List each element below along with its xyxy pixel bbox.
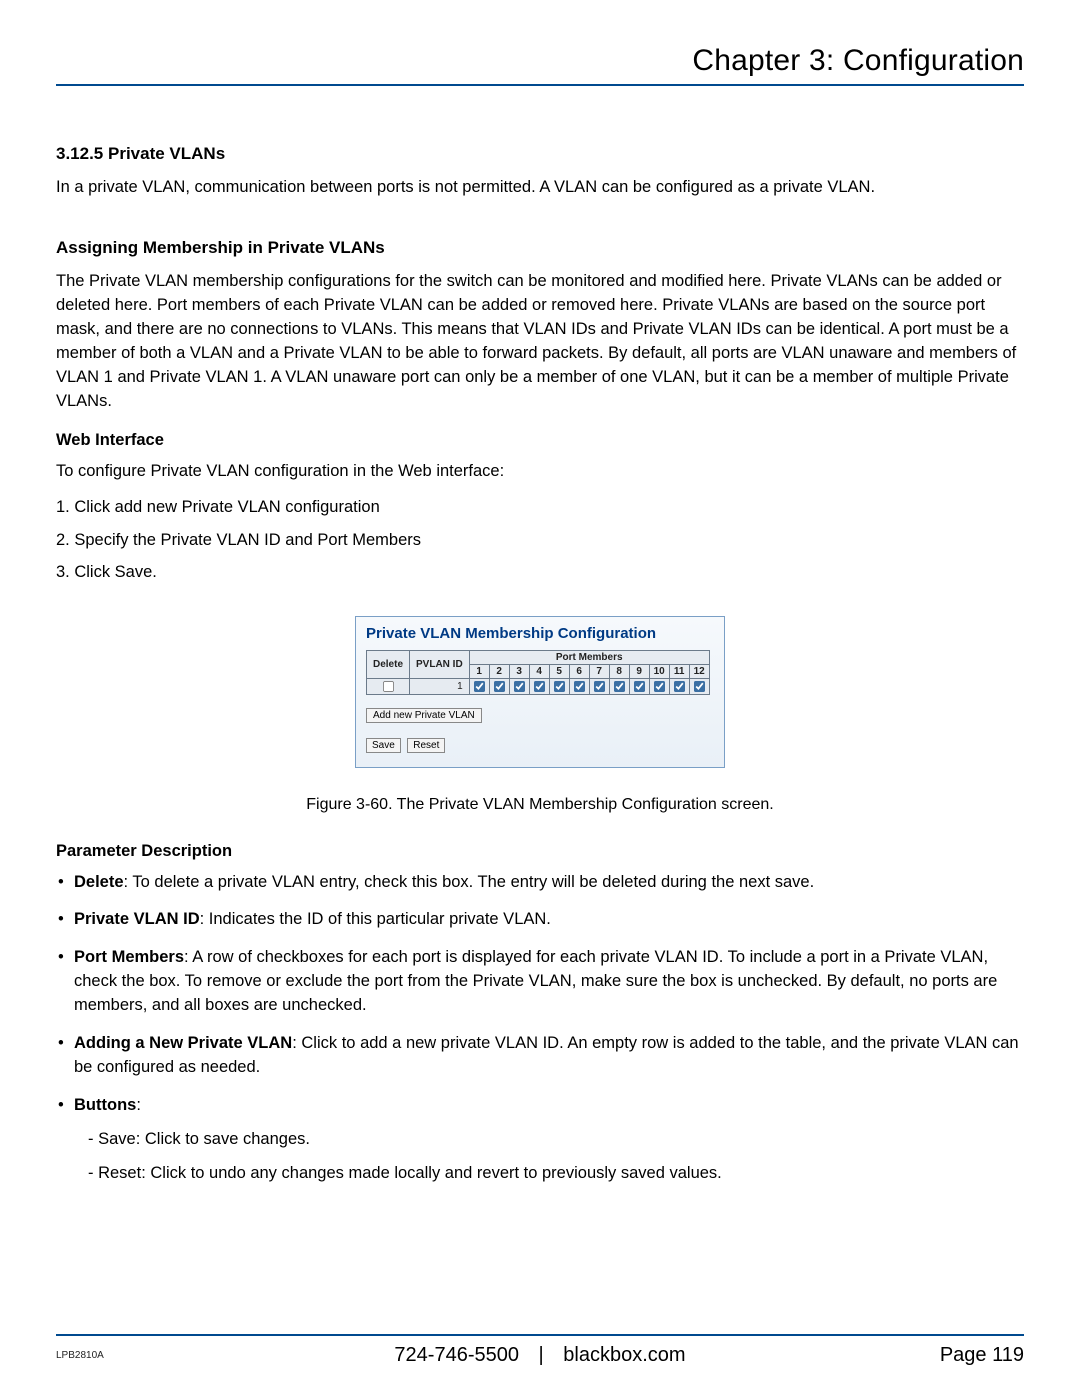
port-head-11: 11 bbox=[669, 664, 689, 678]
section-intro: In a private VLAN, communication between… bbox=[56, 176, 1024, 200]
footer-page-number: Page 119 bbox=[940, 1344, 1024, 1367]
step-3: 3. Click Save. bbox=[56, 559, 1024, 585]
web-interface-lead: To configure Private VLAN configuration … bbox=[56, 460, 1024, 484]
param-buttons-reset: Reset: Click to undo any changes made lo… bbox=[88, 1160, 1024, 1186]
col-port-members: Port Members bbox=[469, 650, 709, 664]
port-head-1: 1 bbox=[469, 664, 489, 678]
port-2-checkbox[interactable] bbox=[494, 681, 505, 692]
port-head-2: 2 bbox=[489, 664, 509, 678]
pvlan-config-title: Private VLAN Membership Configuration bbox=[366, 625, 714, 642]
section-heading: 3.12.5 Private VLANs bbox=[56, 144, 1024, 164]
param-desc: : To delete a private VLAN entry, check … bbox=[124, 873, 815, 891]
save-button[interactable]: Save bbox=[366, 738, 401, 753]
port-7-checkbox[interactable] bbox=[594, 681, 605, 692]
port-head-12: 12 bbox=[689, 664, 709, 678]
param-pvlan-id: Private VLAN ID: Indicates the ID of thi… bbox=[56, 908, 1024, 932]
param-term: Adding a New Private VLAN bbox=[74, 1034, 292, 1052]
pvlan-table: Delete PVLAN ID Port Members 1 2 3 4 5 6… bbox=[366, 650, 710, 695]
param-term: Buttons bbox=[74, 1096, 136, 1114]
port-head-6: 6 bbox=[569, 664, 589, 678]
port-head-5: 5 bbox=[549, 664, 569, 678]
step-1: 1. Click add new Private VLAN configurat… bbox=[56, 494, 1024, 520]
figure-caption: Figure 3-60. The Private VLAN Membership… bbox=[56, 796, 1024, 814]
step-2: 2. Specify the Private VLAN ID and Port … bbox=[56, 527, 1024, 553]
page-footer: LPB2810A 724-746-5500 | blackbox.com Pag… bbox=[56, 1334, 1024, 1367]
param-list: Delete: To delete a private VLAN entry, … bbox=[56, 871, 1024, 1187]
footer-separator: | bbox=[539, 1344, 544, 1366]
param-buttons-sublist: Save: Click to save changes. Reset: Clic… bbox=[88, 1126, 1024, 1187]
param-delete: Delete: To delete a private VLAN entry, … bbox=[56, 871, 1024, 895]
footer-phone: 724-746-5500 bbox=[394, 1344, 519, 1366]
port-12-checkbox[interactable] bbox=[694, 681, 705, 692]
port-10-checkbox[interactable] bbox=[654, 681, 665, 692]
port-head-3: 3 bbox=[509, 664, 529, 678]
pvlan-config-screenshot: Private VLAN Membership Configuration De… bbox=[355, 616, 725, 768]
footer-model: LPB2810A bbox=[56, 1350, 104, 1361]
port-11-checkbox[interactable] bbox=[674, 681, 685, 692]
assign-body: The Private VLAN membership configuratio… bbox=[56, 270, 1024, 414]
param-term: Delete bbox=[74, 873, 124, 891]
port-8-checkbox[interactable] bbox=[614, 681, 625, 692]
param-adding-new: Adding a New Private VLAN: Click to add … bbox=[56, 1032, 1024, 1080]
port-1-checkbox[interactable] bbox=[474, 681, 485, 692]
web-interface-steps: 1. Click add new Private VLAN configurat… bbox=[56, 494, 1024, 585]
col-pvlan-id: PVLAN ID bbox=[410, 650, 470, 678]
port-head-7: 7 bbox=[589, 664, 609, 678]
web-interface-heading: Web Interface bbox=[56, 431, 1024, 450]
port-3-checkbox[interactable] bbox=[514, 681, 525, 692]
footer-contact: 724-746-5500 | blackbox.com bbox=[394, 1344, 685, 1367]
param-desc: : A row of checkboxes for each port is d… bbox=[74, 948, 997, 1014]
param-term: Port Members bbox=[74, 948, 184, 966]
port-head-10: 10 bbox=[649, 664, 669, 678]
port-9-checkbox[interactable] bbox=[634, 681, 645, 692]
add-new-pvlan-button[interactable]: Add new Private VLAN bbox=[366, 708, 482, 723]
param-term: Private VLAN ID bbox=[74, 910, 200, 928]
param-desc: : Indicates the ID of this particular pr… bbox=[200, 910, 551, 928]
param-desc: : bbox=[136, 1096, 141, 1114]
port-4-checkbox[interactable] bbox=[534, 681, 545, 692]
port-head-4: 4 bbox=[529, 664, 549, 678]
port-6-checkbox[interactable] bbox=[574, 681, 585, 692]
col-delete: Delete bbox=[367, 650, 410, 678]
param-buttons-save: Save: Click to save changes. bbox=[88, 1126, 1024, 1152]
pvlan-id-cell: 1 bbox=[410, 678, 470, 694]
param-port-members: Port Members: A row of checkboxes for ea… bbox=[56, 946, 1024, 1018]
footer-site: blackbox.com bbox=[563, 1344, 685, 1366]
reset-button[interactable]: Reset bbox=[407, 738, 445, 753]
param-desc-heading: Parameter Description bbox=[56, 842, 1024, 861]
param-buttons: Buttons: Save: Click to save changes. Re… bbox=[56, 1094, 1024, 1187]
chapter-title: Chapter 3: Configuration bbox=[56, 44, 1024, 86]
port-5-checkbox[interactable] bbox=[554, 681, 565, 692]
assign-heading: Assigning Membership in Private VLANs bbox=[56, 238, 1024, 258]
port-head-8: 8 bbox=[609, 664, 629, 678]
delete-checkbox[interactable] bbox=[382, 681, 393, 692]
port-head-9: 9 bbox=[629, 664, 649, 678]
table-row: 1 bbox=[367, 678, 710, 694]
